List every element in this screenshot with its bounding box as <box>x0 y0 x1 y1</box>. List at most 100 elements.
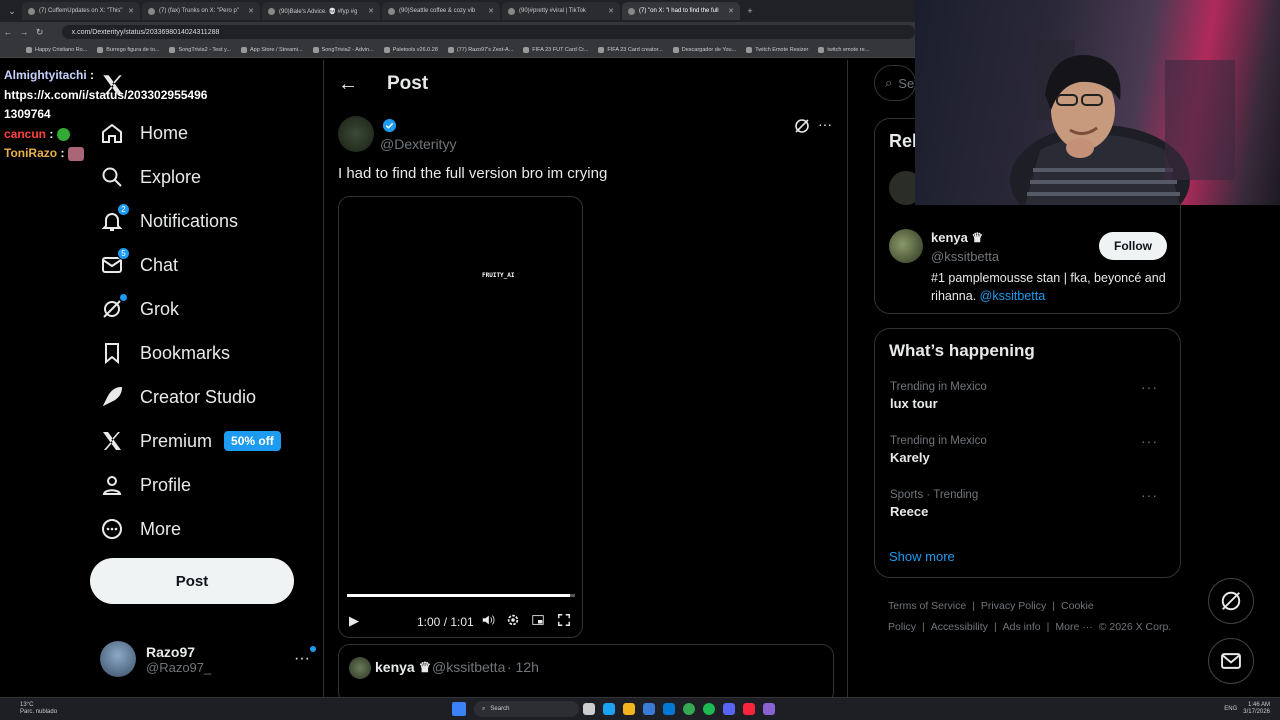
webcam-overlay <box>915 0 1280 205</box>
play-icon[interactable]: ▶ <box>349 613 359 629</box>
store-icon[interactable] <box>643 703 656 715</box>
nav-label: Explore <box>140 166 202 187</box>
bookmark-item[interactable]: FIFA 23 Card creator... <box>598 46 663 53</box>
messages-fab[interactable] <box>1208 638 1254 684</box>
post-more-icon[interactable]: ··· <box>818 116 832 132</box>
bookmark-item[interactable]: Happy Cristiano Ro... <box>26 46 87 53</box>
fullscreen-icon[interactable] <box>557 613 571 632</box>
windows-taskbar: 13°C Parc. nublado ⌕ Search ENG 1:46 AM … <box>0 697 1280 720</box>
back-arrow-icon[interactable]: ← <box>338 73 358 96</box>
trend-item[interactable]: Sports · Trending Reece <box>890 489 978 519</box>
footer-link[interactable]: Privacy Policy <box>981 600 1046 612</box>
taskview-icon[interactable] <box>583 703 596 715</box>
trend-more-icon[interactable]: ··· <box>1141 379 1158 395</box>
tab-list-icon[interactable]: ⌄ <box>4 6 20 17</box>
account-name: Razo97 <box>146 643 196 660</box>
bookmark-item[interactable]: SongTrivia2 - Test y... <box>169 46 231 53</box>
verified-icon <box>382 118 397 138</box>
author-handle[interactable]: @Dexterityy <box>380 136 456 152</box>
new-tab-button[interactable]: + <box>742 6 758 16</box>
video-player[interactable]: FRUITY_AI ▶ 1:00 / 1:01 <box>338 196 583 638</box>
search-input[interactable]: ⌕ Se <box>874 65 916 101</box>
footer-link[interactable]: Ads info <box>1003 621 1041 633</box>
browser-tab[interactable]: (7) (fax) Trunks on X: "Pero p" ✕ <box>142 2 260 20</box>
discord-icon[interactable] <box>723 703 736 715</box>
bookmark-item[interactable]: SongTrivia2 - Advin... <box>312 46 374 53</box>
lang-indicator[interactable]: ENG <box>1224 706 1237 712</box>
trend-more-icon[interactable]: ··· <box>1141 433 1158 449</box>
footer-link[interactable]: © 2026 X Corp. <box>1099 621 1172 633</box>
nav-item-premium[interactable]: Premium 50% off <box>90 419 310 463</box>
forward-icon[interactable]: → <box>16 27 32 37</box>
trend-item[interactable]: Trending in Mexico lux tour <box>890 381 987 411</box>
bookmark-item[interactable]: (77) Razo97's Zest-A... <box>447 46 513 53</box>
bookmark-favicon-icon <box>598 46 605 53</box>
tab-close-icon[interactable]: ✕ <box>608 7 614 15</box>
post-button[interactable]: Post <box>90 558 294 604</box>
search-icon: ⌕ <box>482 705 486 712</box>
bookmark-item[interactable]: App Store / Streami... <box>240 46 303 53</box>
settings-icon[interactable] <box>506 613 520 632</box>
music-icon[interactable] <box>743 703 756 715</box>
taskbar-search[interactable]: ⌕ Search <box>474 701 580 717</box>
grok-icon[interactable] <box>794 118 810 139</box>
bookmark-item[interactable]: Twitch Emote Resizer <box>746 46 808 53</box>
obs-icon[interactable] <box>763 703 776 715</box>
bookmark-item[interactable]: FIFA 23 FUT Card Cr... <box>523 46 588 53</box>
explorer-icon[interactable] <box>623 703 636 715</box>
video-progress-track[interactable] <box>347 594 575 597</box>
bookmark-item[interactable]: Paletools v26.0.28 <box>383 46 438 53</box>
more-dots-icon[interactable]: ··· <box>294 646 316 668</box>
tab-close-icon[interactable]: ✕ <box>248 7 254 15</box>
follow-button[interactable]: Follow <box>1099 232 1167 260</box>
bell-icon: 2 <box>100 203 130 233</box>
start-icon[interactable] <box>452 702 467 716</box>
volume-icon[interactable] <box>481 613 495 632</box>
footer-link[interactable]: More ··· <box>1055 621 1092 633</box>
account-switcher[interactable]: Razo97 @Razo97_ ··· <box>100 639 316 679</box>
relevant-handle[interactable]: @kssitbetta <box>931 249 999 264</box>
chrome-icon[interactable] <box>683 703 696 715</box>
mail-app-icon[interactable] <box>663 703 676 715</box>
nav-item-profile[interactable]: Profile <box>90 463 310 507</box>
relevant-bio-link[interactable]: @kssitbetta <box>980 289 1046 303</box>
nav-item-bookmarks[interactable]: Bookmarks <box>90 331 310 375</box>
reload-icon[interactable]: ↻ <box>32 27 48 38</box>
browser-tab[interactable]: (7) CuffemUpdates on X: "This" ✕ <box>22 2 140 20</box>
clock-time: 1:46 AM <box>1247 702 1270 708</box>
nav-item-notifications[interactable]: 2 Notifications <box>90 199 310 243</box>
browser-tab[interactable]: (90)Bale's Advice. 💀 #fyp #g ✕ <box>262 2 380 20</box>
pip-icon[interactable] <box>531 613 545 632</box>
clock[interactable]: 1:46 AM 3/17/2026 <box>1243 702 1270 716</box>
nav-item-chat[interactable]: 5 Chat <box>90 243 310 287</box>
bookmark-item[interactable]: Burrego figura de to... <box>97 46 159 53</box>
tab-close-icon[interactable]: ✕ <box>728 7 734 15</box>
browser-tab[interactable]: (7) "on X: "I had to find the full ✕ <box>622 2 740 20</box>
footer-link[interactable]: Terms of Service <box>888 600 966 612</box>
trend-name: Karely <box>890 450 930 465</box>
author-avatar[interactable] <box>338 116 374 152</box>
browser-tab[interactable]: (90)#pretty #viral | TikTok ✕ <box>502 2 620 20</box>
url-field[interactable]: x.com/Dexterityy/status/2033698014024311… <box>61 25 915 39</box>
bookmark-item[interactable]: twitch emote re... <box>818 46 869 53</box>
trend-more-icon[interactable]: ··· <box>1141 487 1158 503</box>
tab-close-icon[interactable]: ✕ <box>128 7 134 15</box>
nav-item-more[interactable]: More <box>90 507 310 551</box>
tab-close-icon[interactable]: ✕ <box>368 7 374 15</box>
edge-icon[interactable] <box>603 703 616 715</box>
spotify-icon[interactable] <box>703 703 716 715</box>
footer-link[interactable]: Accessibility <box>931 621 988 633</box>
grok-fab[interactable] <box>1208 578 1254 624</box>
chat-username: Almightyitachi <box>4 68 87 82</box>
nav-item-creator-studio[interactable]: Creator Studio <box>90 375 310 419</box>
relevant-avatar[interactable] <box>889 229 923 263</box>
bookmark-item[interactable]: Descargador de You... <box>672 46 736 53</box>
show-more-link[interactable]: Show more <box>889 549 955 564</box>
relevant-name[interactable]: kenya ♛ <box>931 230 983 246</box>
back-icon[interactable]: ← <box>0 27 16 37</box>
trend-item[interactable]: Trending in Mexico Karely <box>890 435 987 465</box>
tab-close-icon[interactable]: ✕ <box>488 7 494 15</box>
nav-item-grok[interactable]: Grok <box>90 287 310 331</box>
browser-tab[interactable]: (90)Seattle coffee & cozy vib ✕ <box>382 2 500 20</box>
reply-card[interactable]: kenya ♛ @kssitbetta · 12h <box>338 644 834 704</box>
